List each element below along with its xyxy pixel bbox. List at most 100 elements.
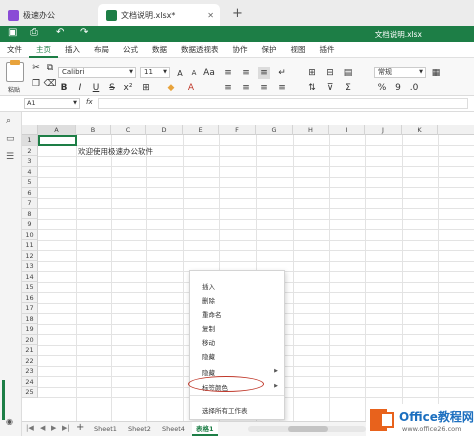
increase-decimal-icon[interactable]: .0 [408, 82, 420, 94]
horizontal-scrollbar[interactable] [248, 426, 366, 432]
sheet-tab-2[interactable]: Sheet2 [128, 424, 151, 435]
row-header[interactable]: 20 [22, 334, 38, 345]
menu-item-select-all-sheets[interactable]: 选择所有工作表 [202, 405, 248, 415]
column-header-f[interactable]: F [219, 125, 256, 135]
chat-icon[interactable]: ☰ [6, 152, 14, 162]
cell-b2[interactable]: 欢迎使用极速办公软件 [78, 146, 153, 157]
font-color-icon[interactable]: A [185, 82, 197, 94]
close-tab-icon[interactable]: ✕ [207, 11, 214, 20]
strikethrough-icon[interactable]: S [106, 82, 118, 94]
menu-view[interactable]: 视图 [284, 42, 313, 58]
feedback-icon[interactable]: ◉ [6, 417, 13, 426]
print-icon[interactable]: ⎙ [30, 27, 38, 38]
filter-icon[interactable]: ⊽ [324, 82, 336, 94]
row-header[interactable]: 23 [22, 366, 38, 377]
comment-icon[interactable]: ▭ [6, 134, 15, 144]
menu-file[interactable]: 文件 [0, 42, 29, 58]
format-painter-icon[interactable]: ⧉ [44, 62, 56, 74]
format-cells-icon[interactable]: ▤ [342, 67, 354, 79]
menu-formula[interactable]: 公式 [116, 42, 145, 58]
align-bottom-icon[interactable]: ≡ [258, 67, 270, 79]
sum-icon[interactable]: Σ [342, 82, 354, 94]
menu-item-rename[interactable]: 重命名 [202, 309, 222, 319]
row-header[interactable]: 9 [22, 219, 38, 230]
row-header[interactable]: 21 [22, 345, 38, 356]
align-top-icon[interactable]: ≡ [222, 67, 234, 79]
row-header[interactable]: 17 [22, 303, 38, 314]
row-header[interactable]: 5 [22, 177, 38, 188]
last-sheet-icon[interactable]: ▶| [62, 424, 70, 432]
menu-item-insert[interactable]: 插入 [202, 281, 215, 291]
selected-cell-a1[interactable] [38, 135, 77, 146]
wrap-text-icon[interactable]: ↵ [276, 67, 288, 79]
align-right-icon[interactable]: ≡ [258, 82, 270, 94]
align-middle-icon[interactable]: ≡ [240, 67, 252, 79]
formula-input[interactable] [98, 98, 468, 109]
row-header[interactable]: 7 [22, 198, 38, 209]
column-header-h[interactable]: H [293, 125, 329, 135]
column-header-c[interactable]: C [111, 125, 146, 135]
increase-font-icon[interactable]: A [174, 67, 186, 79]
column-header-e[interactable]: E [183, 125, 219, 135]
row-header[interactable]: 18 [22, 313, 38, 324]
delete-cells-icon[interactable]: ⊟ [324, 67, 336, 79]
italic-icon[interactable]: I [74, 82, 86, 94]
row-header[interactable]: 14 [22, 271, 38, 282]
column-header-a[interactable]: A [38, 125, 76, 135]
search-icon[interactable]: ⌕ [6, 116, 11, 126]
menu-item-copy[interactable]: 复制 [202, 323, 215, 333]
menu-item-hide[interactable]: 隐藏 [202, 351, 215, 361]
decrease-font-icon[interactable]: A [188, 67, 200, 79]
column-header-i[interactable]: I [329, 125, 365, 135]
menu-home[interactable]: 主页 [29, 42, 58, 58]
row-header[interactable]: 22 [22, 355, 38, 366]
menu-item-delete[interactable]: 删除 [202, 295, 215, 305]
menu-layout[interactable]: 布局 [87, 42, 116, 58]
menu-plugins[interactable]: 插件 [313, 42, 342, 58]
menu-insert[interactable]: 插入 [58, 42, 87, 58]
row-header[interactable]: 1 [22, 135, 38, 146]
new-tab-button[interactable]: + [232, 6, 243, 21]
sheet-tab-1[interactable]: Sheet1 [94, 424, 117, 435]
copy-icon[interactable]: ❐ [30, 78, 42, 90]
number-format-select[interactable]: 常规 ▼ [374, 67, 426, 78]
percent-button[interactable]: % [376, 82, 388, 94]
paste-icon[interactable] [6, 60, 24, 82]
undo-icon[interactable]: ↶ [56, 27, 64, 38]
conditional-format-icon[interactable]: ▦ [430, 67, 442, 79]
sheet-tab-active[interactable]: 表格1 [192, 422, 218, 436]
menu-pivot[interactable]: 数据透视表 [174, 42, 226, 58]
fill-color-icon[interactable]: ◆ [165, 82, 177, 94]
underline-icon[interactable]: U [90, 82, 102, 94]
row-header[interactable]: 24 [22, 376, 38, 387]
row-header[interactable]: 12 [22, 250, 38, 261]
align-left-icon[interactable]: ≡ [222, 82, 234, 94]
column-header-j[interactable]: J [365, 125, 402, 135]
row-header[interactable]: 8 [22, 208, 38, 219]
row-header[interactable]: 15 [22, 282, 38, 293]
bold-icon[interactable]: B [58, 82, 70, 94]
column-header-g[interactable]: G [256, 125, 293, 135]
first-sheet-icon[interactable]: |◀ [26, 424, 34, 432]
save-icon[interactable]: ▣ [8, 27, 17, 38]
cut-icon[interactable]: ✂ [30, 62, 42, 74]
insert-cells-icon[interactable]: ⊞ [306, 67, 318, 79]
add-sheet-button[interactable]: + [76, 422, 84, 433]
justify-icon[interactable]: ≡ [276, 82, 288, 94]
name-box[interactable]: A1 ▼ [24, 98, 80, 109]
menu-collaborate[interactable]: 协作 [226, 42, 255, 58]
next-sheet-icon[interactable]: ▶ [51, 424, 56, 432]
function-button[interactable]: fx [86, 98, 93, 106]
menu-data[interactable]: 数据 [145, 42, 174, 58]
font-name-select[interactable]: Calibri ▼ [58, 67, 136, 78]
align-center-icon[interactable]: ≡ [240, 82, 252, 94]
row-header[interactable]: 11 [22, 240, 38, 251]
change-case-icon[interactable]: Aa [203, 67, 215, 79]
menu-item-move[interactable]: 移动 [202, 337, 215, 347]
row-header[interactable]: 25 [22, 387, 38, 398]
tab-home[interactable]: 极速办公 [0, 4, 92, 26]
tab-document[interactable]: 文档说明.xlsx* ✕ [98, 4, 220, 26]
select-all-corner[interactable] [22, 125, 38, 135]
row-header[interactable]: 10 [22, 229, 38, 240]
column-header-d[interactable]: D [146, 125, 183, 135]
